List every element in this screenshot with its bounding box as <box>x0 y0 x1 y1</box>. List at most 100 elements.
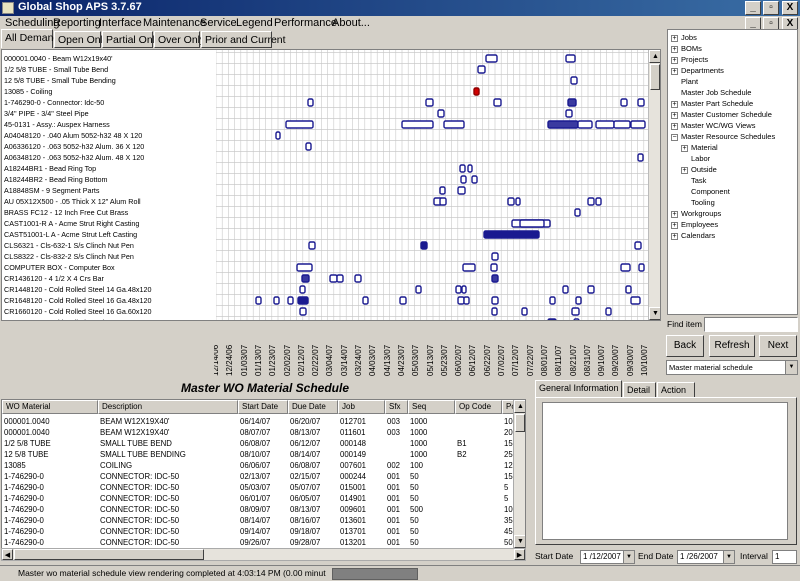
tree-item[interactable]: Calendars <box>681 231 715 240</box>
gantt-row-label[interactable]: 1/2 5/8 TUBE - Small Tube Bend <box>4 64 214 75</box>
table-cell[interactable]: 09/26/07 <box>238 537 288 548</box>
table-cell[interactable]: 003 <box>385 427 408 438</box>
table-cell[interactable]: 08/13/07 <box>288 504 338 515</box>
table-cell[interactable] <box>455 493 502 504</box>
back-button[interactable]: Back <box>666 335 704 357</box>
table-cell[interactable]: 50 <box>408 482 455 493</box>
table-cell[interactable]: 000244 <box>338 471 385 482</box>
table-cell[interactable]: 12 5/8 TUBE <box>2 449 98 460</box>
table-cell[interactable]: 08/10/07 <box>238 449 288 460</box>
column-header[interactable]: WO Material <box>2 400 98 414</box>
scroll-down-icon[interactable]: ▼ <box>649 307 660 320</box>
table-cell[interactable]: 1-746290-0 <box>2 515 98 526</box>
tree-item[interactable]: Tooling <box>691 198 715 207</box>
table-cell[interactable]: 000148 <box>338 438 385 449</box>
next-button[interactable]: Next <box>759 335 797 357</box>
gantt-row-label[interactable]: CR1436120 - 4 1/2 X 4 Crs Bar <box>4 273 214 284</box>
gantt-row-label[interactable]: 000001.0040 - Beam W12x19x40' <box>4 53 214 64</box>
schedule-bar[interactable] <box>515 197 521 206</box>
column-header[interactable]: Start Date <box>238 400 288 414</box>
table-cell[interactable]: BEAM W12X19X40' <box>98 427 238 438</box>
expand-icon[interactable]: + <box>681 145 688 152</box>
table-cell[interactable]: 003 <box>385 416 408 427</box>
table-cell[interactable]: 06/06/07 <box>238 460 288 471</box>
table-cell[interactable]: 013201 <box>338 537 385 548</box>
collapse-icon[interactable]: − <box>671 134 678 141</box>
gantt-row-label[interactable]: CLS6321 - Cls-632-1 S/s Clinch Nut Pen <box>4 240 214 251</box>
tree-item[interactable]: Master Job Schedule <box>681 88 751 97</box>
table-cell[interactable] <box>455 471 502 482</box>
table-cell[interactable]: 001 <box>385 482 408 493</box>
tab-partial-only[interactable]: Partial Only <box>102 31 160 48</box>
gantt-row-label[interactable]: COMPUTER BOX - Computer Box <box>4 262 214 273</box>
schedule-bar[interactable] <box>399 296 407 305</box>
table-cell[interactable]: 08/09/07 <box>238 504 288 515</box>
table-cell[interactable]: 001 <box>385 471 408 482</box>
tree-item[interactable]: Material <box>691 143 718 152</box>
tree-item[interactable]: Employees <box>681 220 718 229</box>
table-cell[interactable]: CONNECTOR: IDC-50 <box>98 471 238 482</box>
schedule-bar[interactable] <box>329 274 338 283</box>
schedule-bar[interactable] <box>439 186 446 195</box>
gantt-row-label[interactable]: A18244BR2 - Bead Ring Bottom <box>4 174 214 185</box>
table-cell[interactable]: 1-746290-0 <box>2 471 98 482</box>
tab-open-only[interactable]: Open Only <box>54 31 108 48</box>
table-cell[interactable] <box>385 449 408 460</box>
schedule-bar[interactable] <box>299 285 306 294</box>
schedule-bar[interactable] <box>573 318 580 320</box>
table-cell[interactable]: 001 <box>385 526 408 537</box>
gantt-row-label[interactable]: CR1448120 - Cold Rolled Steel 14 Ga.48x1… <box>4 284 214 295</box>
table-cell[interactable]: CONNECTOR: IDC-50 <box>98 482 238 493</box>
schedule-bar[interactable] <box>457 296 465 305</box>
table-cell[interactable]: 13085 <box>2 460 98 471</box>
expand-icon[interactable]: + <box>671 233 678 240</box>
schedule-bar[interactable] <box>299 307 307 316</box>
tree-item[interactable]: Master Part Schedule <box>681 99 753 108</box>
schedule-bar[interactable] <box>415 285 422 294</box>
table-cell[interactable]: 08/14/07 <box>238 515 288 526</box>
column-header[interactable]: Description <box>98 400 238 414</box>
tree-item[interactable]: Projects <box>681 55 708 64</box>
table-scroll-thumb[interactable] <box>14 549 204 560</box>
tab-over-only[interactable]: Over Only <box>154 31 205 48</box>
gantt-row-label[interactable]: CR1848120 - Cold Rolled Steel 18 Ga.48x1… <box>4 317 214 320</box>
schedule-bar[interactable] <box>490 263 498 272</box>
schedule-bar[interactable] <box>462 263 476 272</box>
schedule-bar[interactable] <box>301 274 310 283</box>
tree-item[interactable]: Task <box>691 176 706 185</box>
table-cell[interactable]: COILING <box>98 460 238 471</box>
table-cell[interactable]: 000001.0040 <box>2 416 98 427</box>
table-cell[interactable] <box>455 460 502 471</box>
expand-icon[interactable]: + <box>671 57 678 64</box>
schedule-bar[interactable] <box>336 274 344 283</box>
table-cell[interactable]: 012701 <box>338 416 385 427</box>
schedule-bar[interactable] <box>425 98 434 107</box>
table-cell[interactable]: 000149 <box>338 449 385 460</box>
table-cell[interactable] <box>455 427 502 438</box>
schedule-bar[interactable] <box>443 120 465 129</box>
column-header[interactable]: Due Date <box>288 400 338 414</box>
menu-reporting[interactable]: Reporting <box>53 17 101 29</box>
table-cell[interactable]: BEAM W12X19X40' <box>98 416 238 427</box>
schedule-bar[interactable] <box>587 285 595 294</box>
column-header[interactable]: Seq <box>408 400 455 414</box>
table-cell[interactable]: SMALL TUBE BENDING <box>98 449 238 460</box>
table-cell[interactable]: SMALL TUBE BEND <box>98 438 238 449</box>
tab-all-demand[interactable]: All Demand <box>1 29 59 48</box>
gantt-row-label[interactable]: BRASS FC12 - 12 Inch Free Cut Brass <box>4 207 214 218</box>
schedule-bar[interactable] <box>638 263 645 272</box>
schedule-bar[interactable] <box>308 241 316 250</box>
gantt-row-label[interactable]: 13085 - Coiling <box>4 86 214 97</box>
table-cell[interactable] <box>385 438 408 449</box>
table-vertical-scrollbar[interactable]: ▲ ▼ <box>513 400 525 548</box>
schedule-bar[interactable] <box>519 219 545 228</box>
schedule-bar[interactable] <box>255 296 262 305</box>
table-cell[interactable]: 08/07/07 <box>238 427 288 438</box>
schedule-bar[interactable] <box>571 307 580 316</box>
table-cell[interactable]: CONNECTOR: IDC-50 <box>98 493 238 504</box>
schedule-bar[interactable] <box>296 263 313 272</box>
schedule-bar[interactable] <box>565 109 573 118</box>
table-cell[interactable]: 50 <box>408 471 455 482</box>
tree-item[interactable]: BOMs <box>681 44 702 53</box>
column-header[interactable]: Job <box>338 400 385 414</box>
